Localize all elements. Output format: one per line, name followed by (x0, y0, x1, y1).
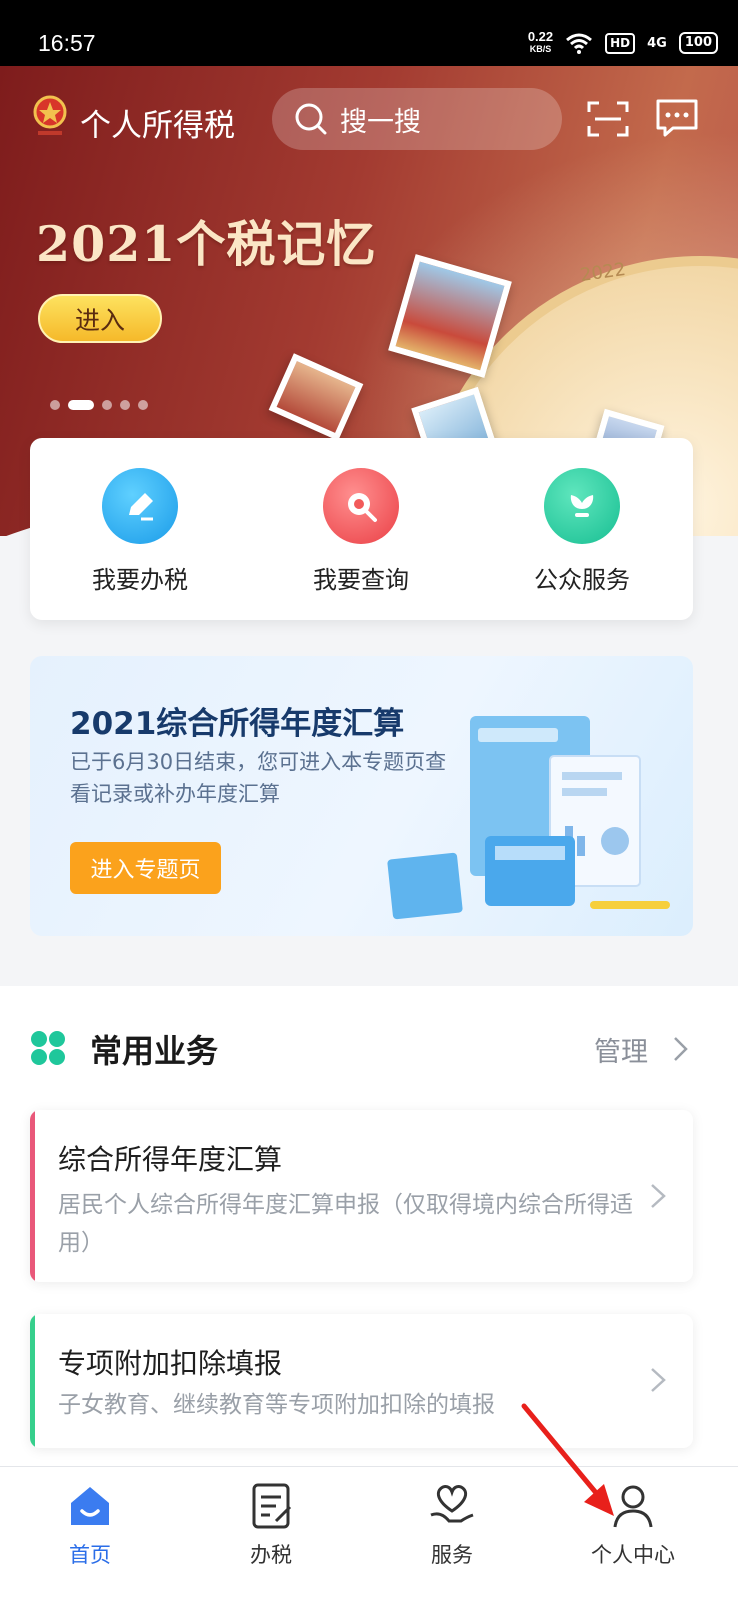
chevron-right-icon (651, 1368, 666, 1392)
net-speed-unit: KB/S (529, 44, 552, 54)
tab-tax[interactable]: 办税 (211, 1481, 331, 1569)
task-title: 专项附加扣除填报 (58, 1347, 283, 1380)
tab-label: 办税 (250, 1543, 292, 1567)
banner-title: 2021个税记忆 (36, 215, 377, 273)
signal-indicator: 4G (647, 35, 667, 51)
manage-button[interactable]: 管理 (594, 1030, 648, 1069)
status-icons: 0.22 KB/S HD 4G 100 (528, 30, 718, 56)
task-description: 居民个人综合所得年度汇算申报（仅取得境内综合所得适用） (58, 1192, 633, 1256)
accent-bar (30, 1314, 35, 1448)
pen-icon (102, 468, 178, 544)
battery-indicator: 100 (678, 32, 718, 54)
carousel-dot[interactable] (138, 400, 148, 410)
section-title: 常用业务 (90, 1032, 219, 1070)
promo-title: 2021综合所得年度汇算 (70, 706, 405, 742)
search-placeholder: 搜一搜 (340, 106, 421, 138)
promo-description: 已于6月30日结束，您可进入本专题页查看记录或补办年度汇算 (70, 750, 447, 806)
magnifier-icon (323, 468, 399, 544)
home-icon (71, 1487, 109, 1525)
annual-settlement-promo[interactable]: 2021综合所得年度汇算 已于6月30日结束，您可进入本专题页查看记录或补办年度… (30, 656, 693, 936)
tax-form-icon (252, 1483, 292, 1529)
quick-actions-card: 我要办税 我要查询 公众服务 (30, 438, 693, 620)
status-time: 16:57 (38, 30, 96, 56)
task-card-annual-settlement[interactable]: 综合所得年度汇算 居民个人综合所得年度汇算申报（仅取得境内综合所得适用） (30, 1110, 693, 1282)
carousel-dot[interactable] (102, 400, 112, 410)
quick-action-query[interactable]: 我要查询 (291, 468, 431, 595)
red-arrow-annotation (521, 1403, 614, 1516)
tab-label: 服务 (431, 1543, 473, 1567)
status-bar: 16:57 0.22 KB/S HD 4G 100 (0, 0, 738, 66)
flower-icon (544, 468, 620, 544)
app-title: 个人所得税 (80, 108, 235, 144)
tab-label: 首页 (69, 1543, 111, 1567)
quick-action-public-service[interactable]: 公众服务 (512, 468, 652, 595)
enter-topic-page-button[interactable]: 进入专题页 (70, 842, 221, 894)
net-speed: 0.22 KB/S (528, 30, 553, 56)
quick-action-tax[interactable]: 我要办税 (70, 468, 210, 595)
chevron-right-icon (651, 1184, 666, 1208)
search-icon (295, 103, 327, 135)
documents-illustration (387, 716, 670, 920)
heart-hand-icon (430, 1485, 474, 1523)
bottom-tab-bar: 首页 办税 服务 个人中心 (0, 1466, 738, 1600)
tax-emblem-icon (33, 95, 67, 135)
tab-label: 个人中心 (591, 1543, 675, 1567)
quick-action-label: 公众服务 (534, 566, 630, 594)
tab-home[interactable]: 首页 (30, 1481, 150, 1569)
hd-badge: HD (605, 32, 636, 54)
message-icon[interactable] (655, 98, 699, 138)
quick-action-label: 我要查询 (313, 566, 409, 594)
wifi-icon (566, 33, 593, 54)
carousel-indicator[interactable] (50, 400, 148, 410)
grid-icon (31, 1031, 65, 1065)
task-title: 综合所得年度汇算 (58, 1143, 283, 1176)
carousel-dot[interactable] (50, 400, 60, 410)
chevron-right-icon[interactable] (668, 1034, 692, 1064)
scan-icon[interactable] (587, 100, 629, 138)
accent-bar (30, 1110, 35, 1282)
carousel-dot[interactable] (120, 400, 130, 410)
carousel-dot-active[interactable] (68, 400, 94, 410)
banner-enter-button[interactable]: 进入 (38, 294, 162, 343)
quick-action-label: 我要办税 (92, 566, 188, 594)
tab-service[interactable]: 服务 (392, 1481, 512, 1569)
search-input[interactable]: 搜一搜 (272, 88, 562, 150)
net-speed-value: 0.22 (527, 29, 554, 44)
